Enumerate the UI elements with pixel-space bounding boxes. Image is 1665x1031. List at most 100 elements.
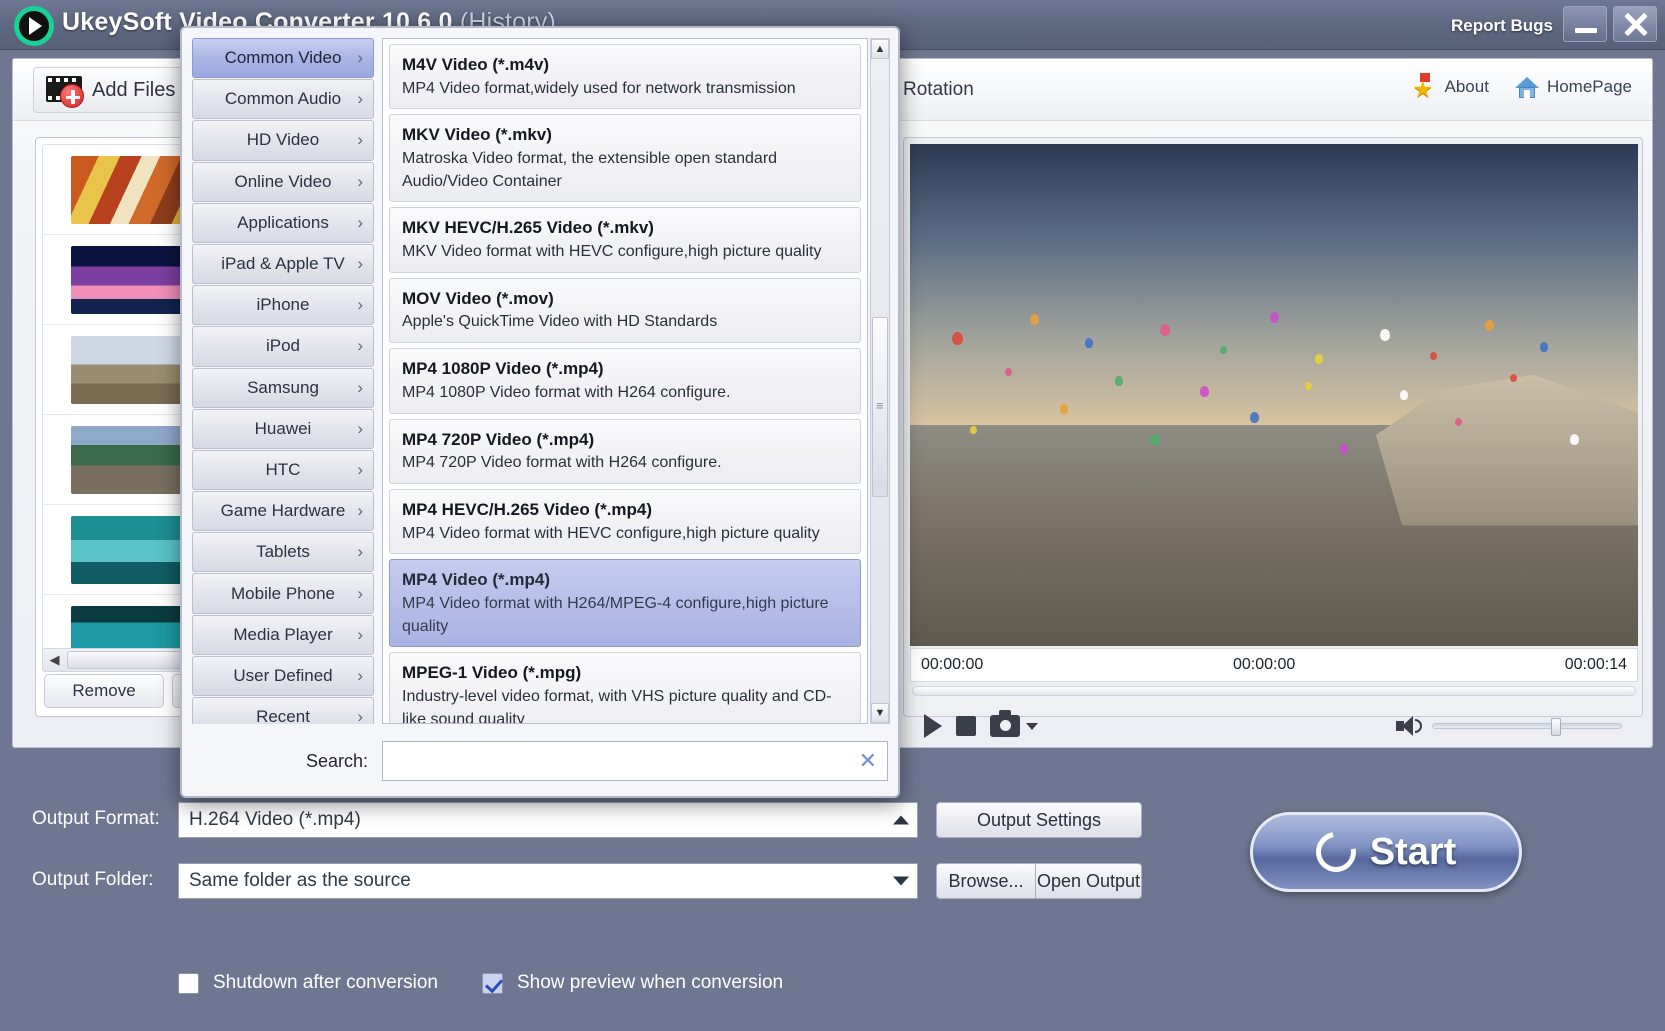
format-item[interactable]: M4V Video (*.m4v)MP4 Video format,widely… bbox=[389, 44, 861, 109]
close-button[interactable] bbox=[1613, 6, 1657, 42]
chevron-right-icon: › bbox=[357, 584, 363, 604]
homepage-label: HomePage bbox=[1547, 77, 1632, 97]
balloon-shape bbox=[1200, 386, 1209, 397]
format-item[interactable]: MP4 720P Video (*.mp4)MP4 720P Video for… bbox=[389, 419, 861, 484]
category-item[interactable]: iPod› bbox=[192, 326, 374, 366]
open-output-button[interactable]: Open Output bbox=[1036, 863, 1142, 899]
category-item[interactable]: Applications › bbox=[192, 203, 374, 243]
category-label: Media Player bbox=[233, 625, 332, 645]
speaker-icon[interactable] bbox=[1396, 716, 1422, 736]
house-icon bbox=[1515, 75, 1539, 99]
scroll-down-icon[interactable]: ▼ bbox=[871, 703, 889, 723]
format-title: MP4 1080P Video (*.mp4) bbox=[402, 357, 848, 382]
format-item[interactable]: MP4 1080P Video (*.mp4)MP4 1080P Video f… bbox=[389, 348, 861, 413]
category-item[interactable]: HD Video› bbox=[192, 120, 374, 160]
format-description: MP4 1080P Video format with H264 configu… bbox=[402, 382, 848, 405]
format-title: MP4 720P Video (*.mp4) bbox=[402, 428, 848, 453]
category-item[interactable]: Online Video› bbox=[192, 162, 374, 202]
format-item[interactable]: MP4 HEVC/H.265 Video (*.mp4)MP4 Video fo… bbox=[389, 489, 861, 554]
balloon-shape bbox=[1540, 342, 1548, 352]
chevron-down-icon[interactable] bbox=[893, 877, 909, 886]
category-item[interactable]: Common Video › bbox=[192, 38, 374, 78]
format-item[interactable]: MKV HEVC/H.265 Video (*.mkv)MKV Video fo… bbox=[389, 207, 861, 272]
format-title: MP4 Video (*.mp4) bbox=[402, 568, 848, 593]
format-title: MKV Video (*.mkv) bbox=[402, 123, 848, 148]
category-item[interactable]: Huawei› bbox=[192, 409, 374, 449]
file-thumbnail bbox=[71, 246, 193, 314]
about-button[interactable]: ★ About bbox=[1413, 75, 1489, 99]
film-strip-icon bbox=[46, 76, 86, 106]
volume-control[interactable] bbox=[1396, 716, 1622, 736]
stop-icon[interactable] bbox=[956, 716, 976, 736]
output-folder-value: Same folder as the source bbox=[189, 870, 411, 892]
format-title: M4V Video (*.m4v) bbox=[402, 53, 848, 78]
chevron-up-icon[interactable] bbox=[893, 816, 909, 825]
category-label: Common Audio bbox=[225, 89, 341, 109]
category-item[interactable]: iPhone› bbox=[192, 285, 374, 325]
chevron-right-icon: › bbox=[357, 48, 363, 68]
chevron-right-icon: › bbox=[357, 213, 363, 233]
category-label: Applications bbox=[237, 213, 329, 233]
category-label: User Defined bbox=[233, 666, 332, 686]
format-item[interactable]: MPEG-1 Video (*.mpg)Industry-level video… bbox=[389, 652, 861, 724]
category-item[interactable]: User Defined› bbox=[192, 656, 374, 696]
volume-knob[interactable] bbox=[1551, 718, 1561, 736]
category-item[interactable]: Mobile Phone › bbox=[192, 573, 374, 613]
about-label: About bbox=[1445, 77, 1489, 97]
chevron-right-icon: › bbox=[357, 172, 363, 192]
category-label: Mobile Phone bbox=[231, 584, 335, 604]
balloon-shape bbox=[1400, 390, 1408, 400]
add-files-button[interactable]: Add Files bbox=[33, 67, 192, 113]
show-preview-checkbox[interactable] bbox=[482, 973, 503, 994]
chevron-right-icon: › bbox=[357, 707, 363, 724]
output-folder-combo[interactable]: Same folder as the source bbox=[178, 863, 918, 899]
balloon-shape bbox=[1030, 314, 1039, 325]
category-list[interactable]: Common Video›Common Audio›HD Video›Onlin… bbox=[192, 38, 374, 724]
balloon-shape bbox=[1160, 324, 1170, 336]
category-label: Recent bbox=[256, 707, 310, 724]
volume-slider[interactable] bbox=[1432, 723, 1622, 729]
chevron-right-icon: › bbox=[357, 460, 363, 480]
search-row: Search: ✕ bbox=[192, 738, 888, 784]
category-item[interactable]: Media Player› bbox=[192, 615, 374, 655]
format-list[interactable]: M4V Video (*.m4v)MP4 Video format,widely… bbox=[382, 38, 868, 724]
format-scroll-thumb[interactable] bbox=[872, 317, 888, 497]
camera-icon[interactable] bbox=[990, 715, 1020, 737]
category-label: Huawei bbox=[255, 419, 312, 439]
seek-bar[interactable] bbox=[912, 686, 1636, 696]
report-bugs-link[interactable]: Report Bugs bbox=[1451, 16, 1553, 36]
search-box[interactable]: ✕ bbox=[382, 741, 888, 781]
clear-icon[interactable]: ✕ bbox=[859, 750, 877, 772]
format-item[interactable]: MOV Video (*.mov)Apple's QuickTime Video… bbox=[389, 278, 861, 343]
remove-button[interactable]: Remove bbox=[44, 674, 164, 708]
category-item[interactable]: Recent › bbox=[192, 697, 374, 724]
preview-panel: 00:00:00 00:00:00 00:00:14 bbox=[903, 137, 1643, 717]
balloon-shape bbox=[1340, 444, 1348, 454]
output-format-combo[interactable]: H.264 Video (*.mp4) bbox=[178, 802, 918, 838]
category-item[interactable]: Common Audio› bbox=[192, 79, 374, 119]
homepage-button[interactable]: HomePage bbox=[1515, 75, 1632, 99]
search-input[interactable] bbox=[391, 742, 847, 780]
category-item[interactable]: Samsung› bbox=[192, 368, 374, 408]
scroll-up-icon[interactable]: ▲ bbox=[871, 39, 889, 59]
video-preview[interactable] bbox=[910, 144, 1638, 646]
format-item[interactable]: MKV Video (*.mkv)Matroska Video format, … bbox=[389, 114, 861, 202]
category-item[interactable]: Tablets› bbox=[192, 532, 374, 572]
scroll-left-icon[interactable]: ◀ bbox=[46, 652, 63, 668]
chevron-right-icon: › bbox=[357, 254, 363, 274]
browse-button[interactable]: Browse... bbox=[936, 863, 1036, 899]
format-list-scrollbar[interactable]: ▲ ▼ bbox=[870, 38, 890, 724]
play-icon[interactable] bbox=[924, 714, 942, 738]
format-item[interactable]: MP4 Video (*.mp4)MP4 Video format with H… bbox=[389, 559, 861, 647]
output-format-value: H.264 Video (*.mp4) bbox=[189, 809, 361, 831]
output-settings-button[interactable]: Output Settings bbox=[936, 802, 1142, 838]
category-label: Common Video bbox=[225, 48, 342, 68]
category-item[interactable]: iPad & Apple TV› bbox=[192, 244, 374, 284]
snapshot-dropdown-icon[interactable] bbox=[1026, 723, 1038, 730]
shutdown-checkbox[interactable] bbox=[178, 973, 199, 994]
start-button[interactable]: Start bbox=[1250, 812, 1522, 892]
minimize-button[interactable] bbox=[1563, 6, 1607, 42]
category-item[interactable]: Game Hardware› bbox=[192, 491, 374, 531]
category-item[interactable]: HTC› bbox=[192, 450, 374, 490]
file-thumbnail bbox=[71, 336, 193, 404]
